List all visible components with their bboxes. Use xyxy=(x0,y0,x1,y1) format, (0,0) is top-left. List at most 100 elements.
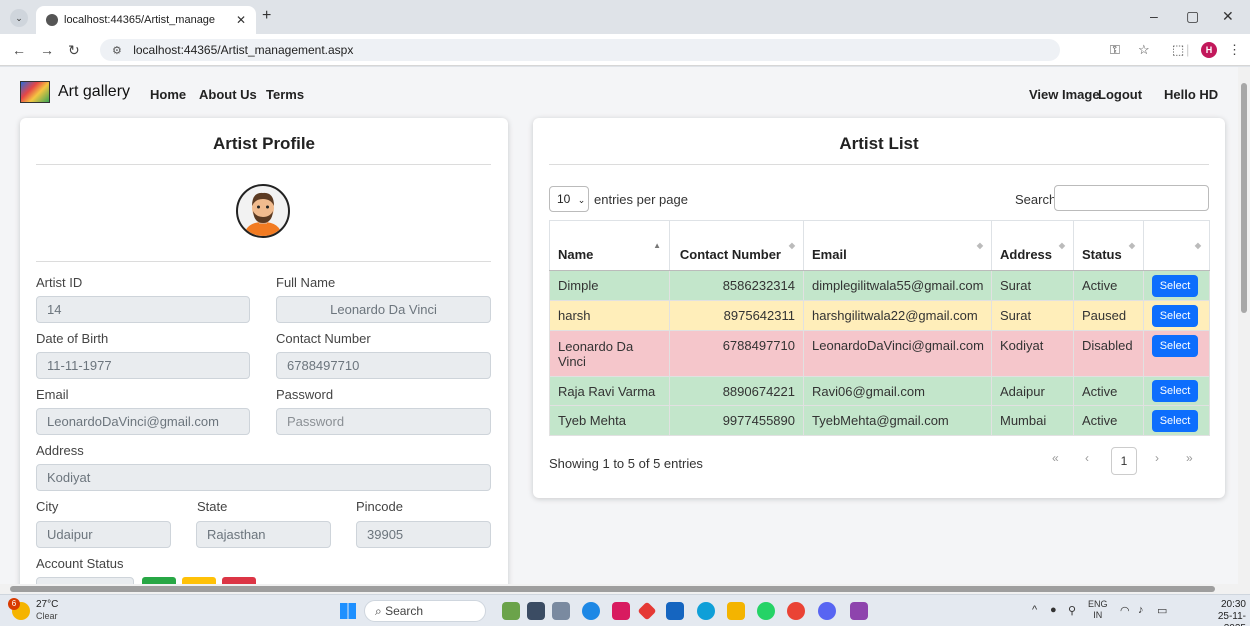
file-explorer-icon[interactable] xyxy=(727,602,745,620)
artist-id-field[interactable]: 14 xyxy=(36,296,250,323)
url-text: localhost:44365/Artist_management.aspx xyxy=(133,43,354,57)
vertical-scrollbar[interactable] xyxy=(1238,67,1250,591)
menu-kebab-icon[interactable]: ⋮ xyxy=(1228,42,1241,58)
page-1-button[interactable]: 1 xyxy=(1111,447,1137,475)
pincode-field[interactable]: 39905 xyxy=(356,521,491,548)
artist-id-label: Artist ID xyxy=(36,275,83,290)
hello-user-link[interactable]: Hello HD xyxy=(1164,87,1218,102)
view-image-link[interactable]: View Image xyxy=(1029,87,1100,102)
dob-field[interactable]: 11-11-1977 xyxy=(36,352,250,379)
chrome-icon[interactable] xyxy=(787,602,805,620)
first-page-button[interactable]: « xyxy=(1052,451,1059,465)
email-field[interactable]: LeonardoDaVinci@gmail.com xyxy=(36,408,250,435)
minimize-button[interactable]: – xyxy=(1150,8,1158,24)
brand-name[interactable]: Art gallery xyxy=(58,83,130,101)
col-header-status[interactable]: Status ◆ xyxy=(1073,220,1144,271)
col-header-address[interactable]: Address ◆ xyxy=(991,220,1074,271)
windows-start-icon[interactable] xyxy=(340,603,356,619)
new-tab-button[interactable]: + xyxy=(262,7,271,25)
reload-icon[interactable]: ↻ xyxy=(68,42,80,59)
discord-icon[interactable] xyxy=(818,602,836,620)
volume-icon[interactable]: ♪ xyxy=(1138,604,1144,616)
taskbar-search-box[interactable]: ⌕ Search xyxy=(364,600,486,622)
sort-icon: ◆ xyxy=(1128,241,1135,250)
edge-browser-icon[interactable] xyxy=(697,602,715,620)
app-blue-icon[interactable] xyxy=(582,602,600,620)
app-diamond-icon[interactable] xyxy=(637,601,657,621)
tab-search-chevron-icon[interactable]: ⌄ xyxy=(10,9,28,27)
tray-app-icon[interactable]: ● xyxy=(1050,604,1057,616)
url-bar[interactable]: ⚙ localhost:44365/Artist_management.aspx xyxy=(100,39,1060,61)
file-manager-icon[interactable] xyxy=(552,602,570,620)
nav-about-link[interactable]: About Us xyxy=(199,87,257,102)
col-header-action[interactable]: ◆ xyxy=(1143,220,1210,271)
maximize-button[interactable]: ▢ xyxy=(1186,8,1199,25)
password-field[interactable]: Password xyxy=(276,408,491,435)
state-field[interactable]: Rajasthan xyxy=(196,521,331,548)
select-button[interactable]: Select xyxy=(1152,304,1198,327)
avatar-divider xyxy=(36,261,491,262)
col-header-name[interactable]: Name ▲ xyxy=(549,220,670,271)
horizontal-scrollbar[interactable] xyxy=(0,584,1250,594)
profile-avatar-icon[interactable]: H xyxy=(1201,42,1217,58)
extensions-icon[interactable]: ⬚ xyxy=(1172,42,1184,58)
nav-home-link[interactable]: Home xyxy=(150,87,186,102)
prev-page-button[interactable]: ‹ xyxy=(1085,451,1089,465)
clock-date: 25-11-2025 xyxy=(1217,611,1246,626)
site-settings-icon[interactable]: ⚙ xyxy=(112,45,122,57)
profile-title-divider xyxy=(36,164,491,165)
whatsapp-icon[interactable] xyxy=(757,602,775,620)
col-header-contact[interactable]: Contact Number ◆ xyxy=(669,220,804,271)
tab-close-icon[interactable]: ✕ xyxy=(236,13,246,27)
forward-arrow-icon[interactable]: → xyxy=(40,42,54,58)
select-button[interactable]: Select xyxy=(1152,409,1198,432)
account-status-label: Account Status xyxy=(36,556,124,571)
logout-link[interactable]: Logout xyxy=(1098,87,1142,102)
cell-name: Raja Ravi Varma xyxy=(549,376,670,406)
cell-status: Paused xyxy=(1073,300,1144,331)
art-gallery-logo[interactable] xyxy=(20,81,50,103)
cell-contact: 8890674221 xyxy=(669,376,804,406)
city-field[interactable]: Udaipur xyxy=(36,521,171,548)
search-input[interactable] xyxy=(1054,185,1209,211)
sort-icon: ◆ xyxy=(788,241,795,250)
col-email-label: Email xyxy=(812,247,847,262)
pincode-label: Pincode xyxy=(356,499,403,514)
cell-address: Mumbai xyxy=(991,405,1074,436)
key-icon[interactable]: ⚿ xyxy=(1110,42,1120,58)
back-arrow-icon[interactable]: ← xyxy=(12,42,26,58)
col-header-email[interactable]: Email ◆ xyxy=(803,220,992,271)
close-window-button[interactable]: ✕ xyxy=(1222,8,1234,25)
tray-chevron-up-icon[interactable]: ^ xyxy=(1032,604,1037,616)
col-name-label: Name xyxy=(558,247,594,262)
nav-terms-link[interactable]: Terms xyxy=(266,87,304,102)
select-button[interactable]: Select xyxy=(1152,274,1198,297)
weather-badge: 6 xyxy=(8,598,20,610)
horizontal-scroll-thumb[interactable] xyxy=(10,586,1215,592)
last-page-button[interactable]: » xyxy=(1186,451,1193,465)
app-game-icon[interactable] xyxy=(502,602,520,620)
vertical-scroll-thumb[interactable] xyxy=(1241,83,1247,313)
star-icon[interactable]: ☆ xyxy=(1138,42,1150,58)
tray-pin-icon[interactable]: ⚲ xyxy=(1068,604,1076,617)
browser-tab[interactable]: localhost:44365/Artist_manage ✕ xyxy=(36,6,256,34)
select-button[interactable]: Select xyxy=(1152,335,1198,357)
calendar-icon[interactable] xyxy=(666,602,684,620)
wifi-icon[interactable]: ◠ xyxy=(1120,604,1130,617)
system-clock[interactable]: 20:30 25-11-2025 xyxy=(1206,599,1246,626)
entries-per-page-select[interactable]: 10 ⌄ xyxy=(549,186,589,212)
sort-icon: ◆ xyxy=(976,241,983,250)
next-page-button[interactable]: › xyxy=(1155,451,1159,465)
weather-condition[interactable]: Clear xyxy=(36,611,58,621)
address-field[interactable]: Kodiyat xyxy=(36,464,491,491)
contact-number-field[interactable]: 6788497710 xyxy=(276,352,491,379)
task-view-icon[interactable] xyxy=(527,602,545,620)
cell-name: harsh xyxy=(549,300,670,331)
battery-icon[interactable]: ▭ xyxy=(1157,604,1167,617)
language-indicator[interactable]: ENG IN xyxy=(1088,599,1108,621)
visual-studio-icon[interactable] xyxy=(850,602,868,620)
weather-temperature[interactable]: 27°C xyxy=(36,599,58,610)
app-red-icon[interactable] xyxy=(612,602,630,620)
full-name-field[interactable]: Leonardo Da Vinci xyxy=(276,296,491,323)
select-button[interactable]: Select xyxy=(1152,380,1198,402)
